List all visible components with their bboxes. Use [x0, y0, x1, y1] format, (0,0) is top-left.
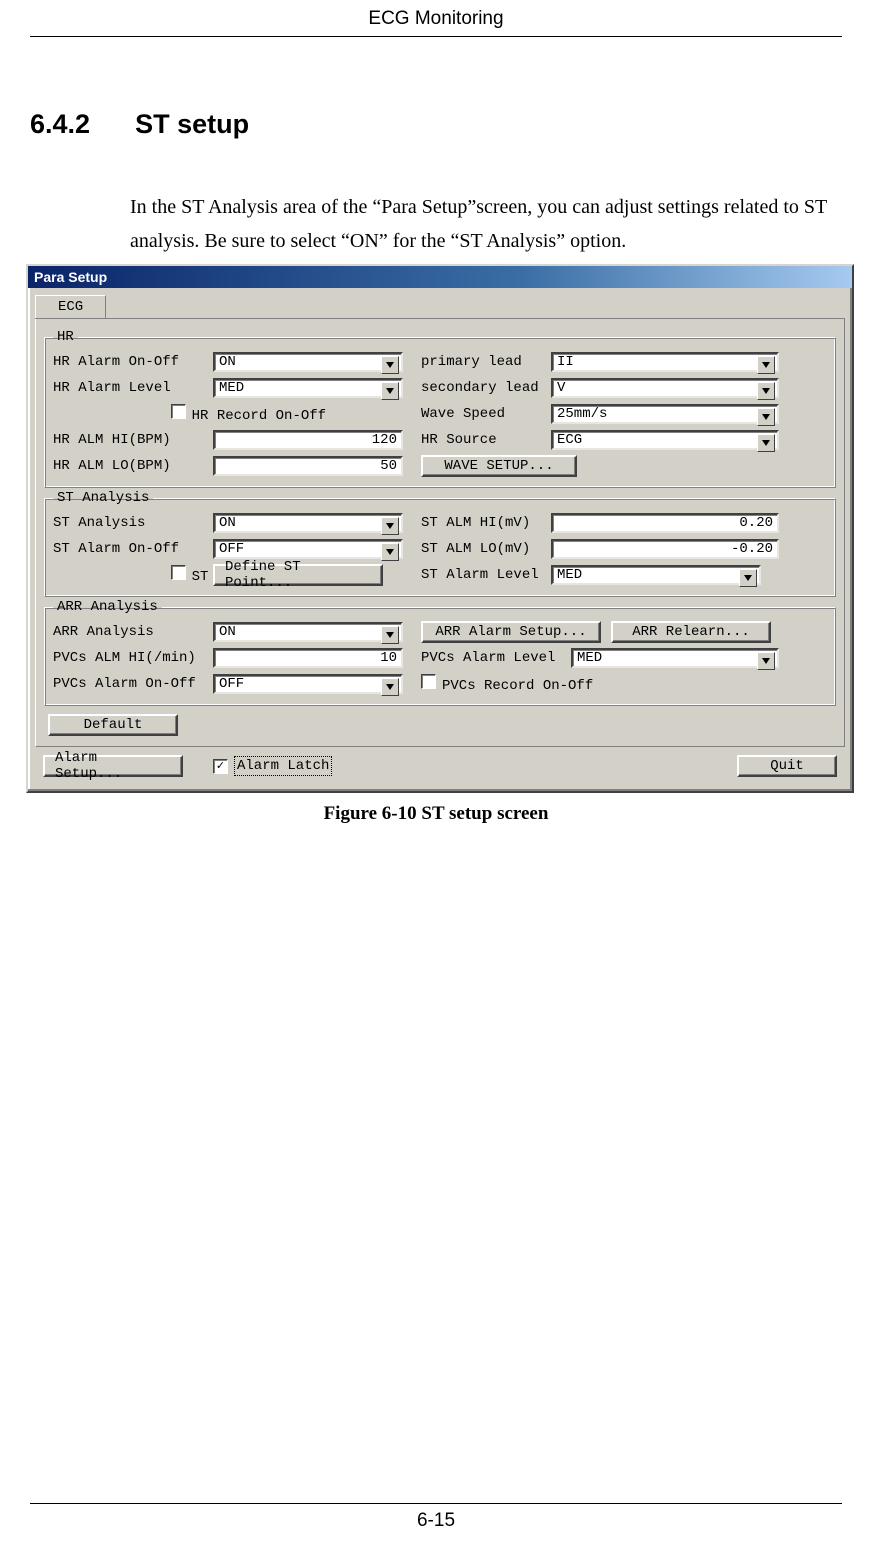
label-arr-analysis: ARR Analysis: [53, 624, 213, 640]
chevron-down-icon: [739, 569, 757, 587]
combo-hr-alarm-level[interactable]: MED: [213, 378, 403, 398]
chevron-down-icon: [757, 356, 775, 374]
input-pvcs-alm-hi[interactable]: 10: [213, 648, 403, 668]
group-arr: ARR Analysis ARR Analysis ON ARR Alarm S…: [44, 599, 836, 706]
combo-hr-source[interactable]: ECG: [551, 430, 779, 450]
combo-arr-analysis[interactable]: ON: [213, 622, 403, 642]
input-hr-alm-lo[interactable]: 50: [213, 456, 403, 476]
figure-caption: Figure 6-10 ST setup screen: [30, 803, 842, 825]
label-pvcs-alarm-on-off: PVCs Alarm On-Off: [53, 676, 213, 692]
label-hr-alarm-on-off: HR Alarm On-Off: [53, 354, 213, 370]
combo-primary-lead[interactable]: II: [551, 352, 779, 372]
input-st-alm-lo[interactable]: -0.20: [551, 539, 779, 559]
label-pvcs-alarm-level: PVCs Alarm Level: [421, 650, 571, 666]
checkbox-pvcs-record[interactable]: PVCs Record On-Off: [421, 674, 593, 694]
chevron-down-icon: [381, 678, 399, 696]
label-hr-alm-lo: HR ALM LO(BPM): [53, 458, 213, 474]
label-pvcs-alm-hi: PVCs ALM HI(/min): [53, 650, 213, 666]
combo-st-alarm-on-off[interactable]: OFF: [213, 539, 403, 559]
section-number: 6.4.2: [30, 109, 90, 139]
tab-ecg[interactable]: ECG: [35, 295, 106, 318]
checkbox-icon: [421, 674, 436, 689]
chevron-down-icon: [381, 626, 399, 644]
checkbox-icon: ✓: [213, 759, 228, 774]
chevron-down-icon: [757, 408, 775, 426]
group-hr: HR HR Alarm On-Off ON primary lead II: [44, 329, 836, 488]
chevron-down-icon: [381, 543, 399, 561]
checkbox-icon: [171, 404, 186, 419]
page-header: ECG Monitoring: [30, 0, 842, 37]
group-st: ST Analysis ST Analysis ON ST ALM HI(mV)…: [44, 490, 836, 597]
body-paragraph: In the ST Analysis area of the “Para Set…: [130, 190, 832, 258]
checkbox-icon: [171, 565, 186, 580]
wave-setup-button[interactable]: WAVE SETUP...: [421, 455, 577, 477]
combo-hr-alarm-on-off[interactable]: ON: [213, 352, 403, 372]
combo-wave-speed[interactable]: 25mm/s: [551, 404, 779, 424]
group-st-legend: ST Analysis: [53, 490, 153, 506]
dialog-titlebar[interactable]: Para Setup: [28, 266, 852, 288]
chevron-down-icon: [757, 382, 775, 400]
label-hr-alm-hi: HR ALM HI(BPM): [53, 432, 213, 448]
label-wave-speed: Wave Speed: [421, 406, 551, 422]
alarm-setup-button[interactable]: Alarm Setup...: [43, 755, 183, 777]
checkbox-st-record[interactable]: ST Record On-Off: [53, 549, 213, 601]
chevron-down-icon: [381, 517, 399, 535]
combo-pvcs-alarm-level[interactable]: MED: [571, 648, 779, 668]
tabstrip: ECG: [35, 294, 845, 319]
arr-relearn-button[interactable]: ARR Relearn...: [611, 621, 771, 643]
chevron-down-icon: [381, 356, 399, 374]
default-button[interactable]: Default: [48, 714, 178, 736]
combo-secondary-lead[interactable]: V: [551, 378, 779, 398]
input-hr-alm-hi[interactable]: 120: [213, 430, 403, 450]
label-st-alarm-level: ST Alarm Level: [421, 567, 551, 583]
chevron-down-icon: [757, 434, 775, 452]
label-st-analysis: ST Analysis: [53, 515, 213, 531]
para-setup-dialog: Para Setup ECG HR HR Alarm On-Off ON pri…: [26, 264, 854, 793]
page-number: 6-15: [30, 1503, 842, 1532]
combo-st-analysis[interactable]: ON: [213, 513, 403, 533]
quit-button[interactable]: Quit: [737, 755, 837, 777]
label-primary-lead: primary lead: [421, 354, 551, 370]
label-st-alm-lo: ST ALM LO(mV): [421, 541, 551, 557]
checkbox-alarm-latch[interactable]: ✓ Alarm Latch: [213, 756, 332, 776]
chevron-down-icon: [381, 382, 399, 400]
chevron-down-icon: [757, 652, 775, 670]
arr-alarm-setup-button[interactable]: ARR Alarm Setup...: [421, 621, 601, 643]
label-st-alm-hi: ST ALM HI(mV): [421, 515, 551, 531]
group-arr-legend: ARR Analysis: [53, 599, 162, 615]
input-st-alm-hi[interactable]: 0.20: [551, 513, 779, 533]
label-secondary-lead: secondary lead: [421, 380, 551, 396]
label-hr-source: HR Source: [421, 432, 551, 448]
define-st-point-button[interactable]: Define ST Point...: [213, 564, 383, 586]
section-title-text: ST setup: [135, 109, 249, 139]
combo-st-alarm-level[interactable]: MED: [551, 565, 761, 585]
group-hr-legend: HR: [53, 329, 78, 345]
section-heading: 6.4.2 ST setup: [30, 109, 842, 140]
combo-pvcs-alarm-on-off[interactable]: OFF: [213, 674, 403, 694]
